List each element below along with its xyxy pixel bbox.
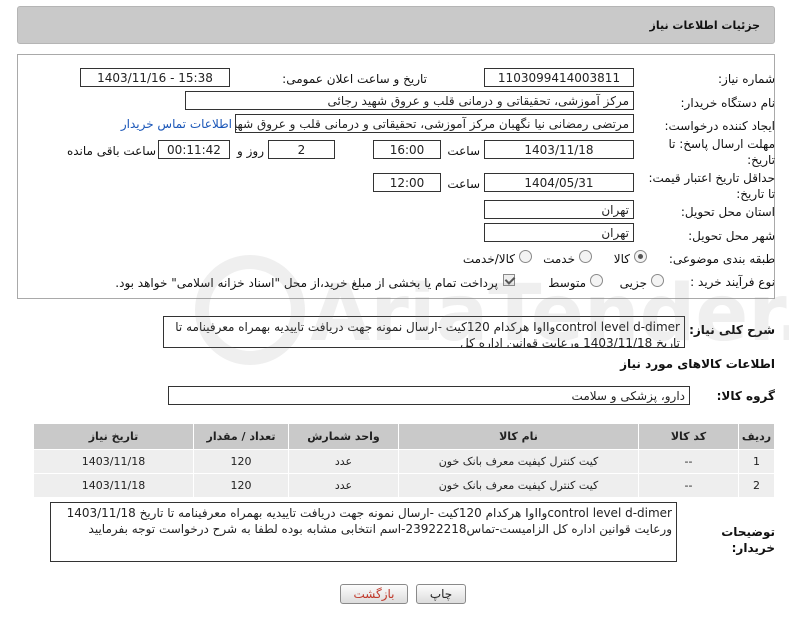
table-cell: 120: [193, 473, 289, 498]
time-remaining-field: 00:11:42: [158, 140, 230, 159]
table-cell: کیت کنترل کیفیت معرف بانک خون: [398, 473, 639, 498]
city-field: تهران: [484, 223, 634, 242]
price-validity-time-label: ساعت: [447, 177, 480, 191]
purchase-radio-minor[interactable]: [651, 274, 664, 287]
buyer-org-label: نام دستگاه خریدار:: [680, 96, 776, 110]
category-radio-goods-service[interactable]: [519, 250, 532, 263]
send-deadline-date[interactable]: 1403/11/18: [484, 140, 634, 159]
need-number-label: شماره نیاز:: [718, 72, 775, 86]
col-code-header: کد کالا: [638, 423, 739, 450]
table-cell: 1403/11/18: [33, 449, 194, 474]
province-label: استان محل تحویل:: [680, 205, 775, 219]
goods-table: ردیف کد کالا نام کالا واحد شمارش تعداد /…: [33, 423, 775, 498]
price-validity-label: حداقل تاریخ اعتبار قیمت: تا تاریخ:: [648, 171, 775, 201]
purchase-radio-medium[interactable]: [590, 274, 603, 287]
table-cell: 2: [738, 473, 775, 498]
page-header: جزئیات اطلاعات نیاز: [17, 6, 775, 44]
table-cell: --: [638, 473, 739, 498]
goods-group-field: دارو، پزشکی و سلامت: [168, 386, 690, 405]
price-validity-date[interactable]: 1404/05/31: [484, 173, 634, 192]
purchase-option-medium: متوسط: [548, 276, 586, 290]
table-row: 2 -- کیت کنترل کیفیت معرف بانک خون عدد 1…: [33, 473, 775, 498]
table-cell: 1: [738, 449, 775, 474]
goods-group-label: گروه کالا:: [716, 389, 775, 403]
goods-section-title: اطلاعات کالاهای مورد نیاز: [620, 357, 775, 371]
category-option-goods-service: کالا/خدمت: [462, 252, 515, 266]
buyer-contact-link[interactable]: اطلاعات تماس خریدار: [118, 117, 232, 131]
days-remaining-field: 2: [268, 140, 335, 159]
col-quantity-header: تعداد / مقدار: [193, 423, 289, 450]
col-date-header: تاریخ نیاز: [33, 423, 194, 450]
col-name-header: نام کالا: [398, 423, 639, 450]
province-field: تهران: [484, 200, 634, 219]
category-label: طبقه بندی موضوعی:: [668, 252, 775, 266]
category-option-goods: کالا: [613, 252, 630, 266]
table-cell: عدد: [288, 449, 399, 474]
table-row: 1 -- کیت کنترل کیفیت معرف بانک خون عدد 1…: [33, 449, 775, 474]
col-row-header: ردیف: [738, 423, 775, 450]
table-cell: 120: [193, 449, 289, 474]
col-unit-header: واحد شمارش: [288, 423, 399, 450]
description-textarea[interactable]: control level d-dimerوIIوI هرکدام 120کیت…: [163, 316, 685, 348]
table-cell: عدد: [288, 473, 399, 498]
city-label: شهر محل تحویل:: [688, 229, 775, 243]
requester-label: ایجاد کننده درخواست:: [664, 119, 775, 133]
time-remaining-label: ساعت باقی مانده: [66, 144, 156, 158]
category-radio-service[interactable]: [579, 250, 592, 263]
description-label: شرح کلی نیاز:: [689, 323, 775, 337]
price-validity-time[interactable]: 12:00: [373, 173, 441, 192]
send-deadline-time[interactable]: 16:00: [373, 140, 441, 159]
need-number-field: 1103099414003811: [484, 68, 634, 87]
buyer-org-field: مرکز آموزشی، تحقیقاتی و درمانی قلب و عرو…: [185, 91, 634, 110]
table-cell: 1403/11/18: [33, 473, 194, 498]
category-radio-goods[interactable]: [634, 250, 647, 263]
send-deadline-label: مهلت ارسال پاسخ: تا تاریخ:: [668, 137, 775, 167]
treasury-payment-checkbox[interactable]: [503, 274, 515, 286]
table-header-row: ردیف کد کالا نام کالا واحد شمارش تعداد /…: [33, 423, 775, 450]
back-button[interactable]: بازگشت: [340, 584, 408, 604]
buyer-notes-label: توضیحات خریدار:: [721, 525, 775, 555]
purchase-option-minor: جزیی: [619, 276, 647, 290]
table-cell: --: [638, 449, 739, 474]
announce-datetime-field: 1403/11/16 - 15:38: [80, 68, 230, 87]
print-button[interactable]: چاپ: [416, 584, 466, 604]
category-option-service: خدمت: [543, 252, 575, 266]
page-title: جزئیات اطلاعات نیاز: [649, 19, 761, 32]
send-deadline-time-label: ساعت: [447, 144, 480, 158]
announce-datetime-label: تاریخ و ساعت اعلان عمومی:: [282, 72, 427, 86]
treasury-payment-note: پرداخت تمام یا بخشی از مبلغ خرید،از محل …: [115, 276, 498, 290]
purchase-type-label: نوع فرآیند خرید :: [690, 275, 775, 289]
buyer-notes-textarea[interactable]: control level d-dimerوIIوI هرکدام 120کیت…: [50, 502, 677, 562]
days-label: روز و: [237, 144, 264, 158]
requester-field: مرتضی رمضانی نیا نگهبان مرکز آموزشی، تحق…: [235, 114, 634, 133]
table-cell: کیت کنترل کیفیت معرف بانک خون: [398, 449, 639, 474]
